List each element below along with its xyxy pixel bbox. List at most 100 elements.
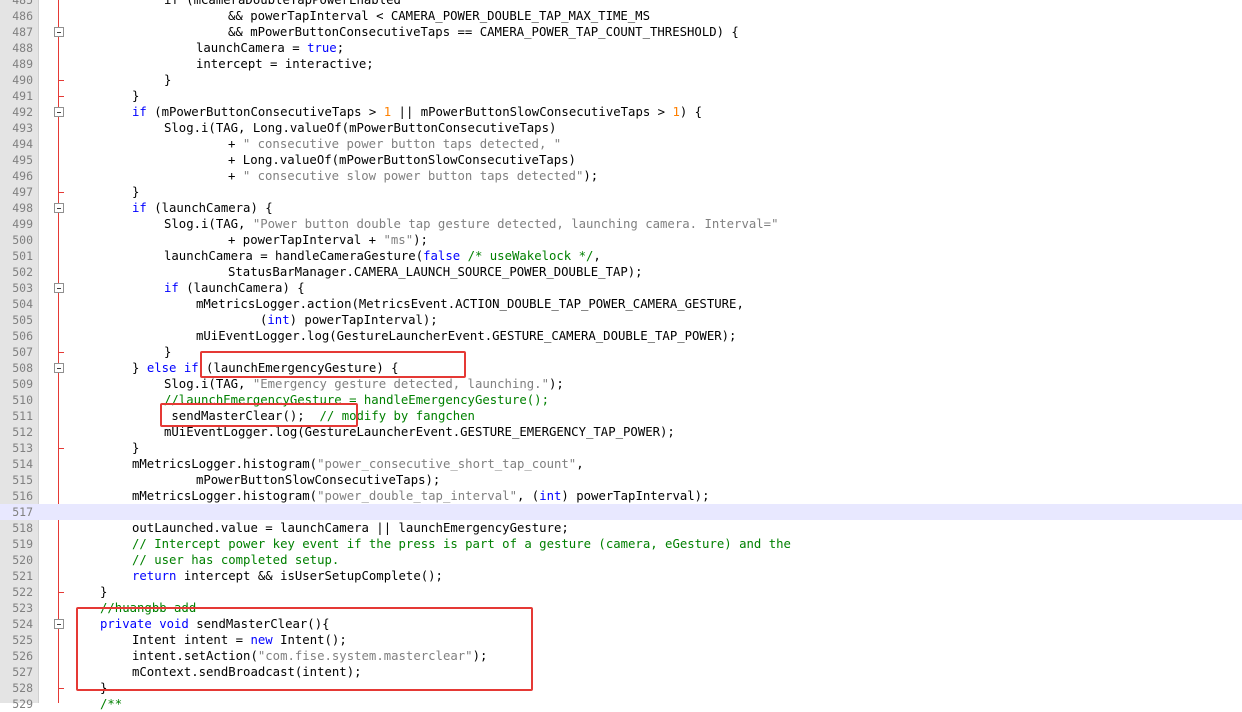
code-line[interactable]: 519 // Intercept power key event if the p… [0,536,1242,552]
code-line[interactable]: 493 Slog.i(TAG, Long.valueOf(mPowerButton… [0,120,1242,136]
fold-minus-icon[interactable] [54,619,64,629]
code-comment: //launchEmergencyGesture = handleEmergen… [164,393,549,407]
code-text: if (mCameraDoubleTapPowerEnabled [68,0,401,8]
code-line[interactable]: 504 mMetricsLogger.action(MetricsEvent.AC… [0,296,1242,312]
code-text: + " consecutive slow power button taps d… [68,168,598,184]
fold-minus-icon[interactable] [54,107,64,117]
code-text: mMetricsLogger.histogram( [132,457,318,471]
code-line[interactable]: 500 + powerTapInterval + "ms"); [0,232,1242,248]
code-line[interactable]: 514 mMetricsLogger.histogram("power_conse… [0,456,1242,472]
code-line[interactable]: 487 && mPowerButtonConsecutiveTaps == CAM… [0,24,1242,40]
code-line[interactable]: 517 [0,504,1242,520]
line-number: 494 [12,137,33,151]
code-text: mUiEventLogger.log(GestureLauncherEvent.… [68,424,675,440]
line-number: 506 [12,329,33,343]
code-string: "Power button double tap gesture detecte… [252,217,779,231]
code-text: ) { [679,105,703,119]
code-line[interactable]: 498 if (launchCamera) { [0,200,1242,216]
line-number: 487 [12,25,33,39]
code-text: ); [472,649,488,663]
code-line[interactable]: 511 sendMasterClear(); // modify by fang… [0,408,1242,424]
code-text: return intercept && isUserSetupComplete(… [68,568,443,584]
code-line[interactable]: 510 //launchEmergencyGesture = handleEmer… [0,392,1242,408]
line-number: 519 [12,537,33,551]
code-text: } [100,681,108,695]
code-text: sendMasterClear(); // modify by fangchen [68,408,475,424]
code-line[interactable]: 521 return intercept && isUserSetupComple… [0,568,1242,584]
code-line[interactable]: 525 Intent intent = new Intent(); [0,632,1242,648]
code-line[interactable]: 499 Slog.i(TAG, "Power button double tap … [0,216,1242,232]
code-line[interactable]: 524 private void sendMasterClear(){ [0,616,1242,632]
code-text: //launchEmergencyGesture = handleEmergen… [68,392,549,408]
code-line[interactable]: 527 mContext.sendBroadcast(intent); [0,664,1242,680]
code-text: /** [68,696,122,712]
fold-minus-icon[interactable] [54,27,64,37]
code-line[interactable]: 520 // user has completed setup. [0,552,1242,568]
code-comment: // modify by fangchen [319,409,475,423]
code-text: } [132,361,147,375]
code-text: Intent intent = [132,633,251,647]
code-text: || mPowerButtonSlowConsecutiveTaps > [391,105,673,119]
code-line[interactable]: 491} [0,88,1242,104]
line-number: 517 [12,505,33,519]
fold-minus-icon[interactable] [54,283,64,293]
code-line[interactable]: 494 + " consecutive power button taps det… [0,136,1242,152]
code-text: if (mPowerButtonConsecutiveTaps > 1 || m… [68,104,702,120]
code-comment: /* useWakelock */ [467,249,594,263]
line-number: 489 [12,57,33,71]
code-line[interactable]: 509 Slog.i(TAG, "Emergency gesture detect… [0,376,1242,392]
code-text: Slog.i(TAG, "Emergency gesture detected,… [68,376,564,392]
code-line[interactable]: 516 mMetricsLogger.histogram("power_doubl… [0,488,1242,504]
code-line[interactable]: 515 mPowerButtonSlowConsecutiveTaps); [0,472,1242,488]
code-line[interactable]: 488 launchCamera = true; [0,40,1242,56]
line-number: 513 [12,441,33,455]
line-number: 516 [12,489,33,503]
code-text: } [68,440,139,456]
fold-minus-icon[interactable] [54,203,64,213]
code-line[interactable]: 486 && powerTapInterval < CAMERA_POWER_DO… [0,8,1242,24]
code-line[interactable]: 502 StatusBarManager.CAMERA_LAUNCH_SOURCE… [0,264,1242,280]
line-number: 488 [12,41,33,55]
code-line[interactable]: 523 //huangbb add [0,600,1242,616]
code-keyword: if [164,281,179,295]
code-text: launchCamera = handleCameraGesture( [164,249,424,263]
code-line[interactable]: 507} [0,344,1242,360]
code-line[interactable]: 508} else if (launchEmergencyGesture) { [0,360,1242,376]
code-line[interactable]: 492 if (mPowerButtonConsecutiveTaps > 1 |… [0,104,1242,120]
line-number: 527 [12,665,33,679]
code-line[interactable]: 501 launchCamera = handleCameraGesture(fa… [0,248,1242,264]
code-number: 1 [672,105,680,119]
line-number: 502 [12,265,33,279]
code-line[interactable]: 526 intent.setAction("com.fise.system.mas… [0,648,1242,664]
code-text: intent.setAction( [132,649,258,663]
fold-minus-icon[interactable] [54,363,64,373]
code-line[interactable]: 522} [0,584,1242,600]
code-editor[interactable]: 485 if (mCameraDoubleTapPowerEnabled 486 &&… [0,0,1242,712]
code-line[interactable]: 513} [0,440,1242,456]
line-number: 520 [12,553,33,567]
code-line[interactable]: 503 if (launchCamera) { [0,280,1242,296]
code-line[interactable]: 490} [0,72,1242,88]
code-line[interactable]: 518 outLaunched.value = launchCamera || l… [0,520,1242,536]
code-text: + [228,169,243,183]
line-number: 510 [12,393,33,407]
code-line[interactable]: 495 + Long.valueOf(mPowerButtonSlowConsec… [0,152,1242,168]
code-text: (launchEmergencyGesture) { [198,361,399,375]
code-line[interactable]: 512 mUiEventLogger.log(GestureLauncherEve… [0,424,1242,440]
code-line[interactable]: 496 + " consecutive slow power button tap… [0,168,1242,184]
code-text: } [164,345,172,359]
code-line[interactable]: 528} [0,680,1242,696]
code-string: "power_double_tap_interval" [317,489,517,503]
code-text: mMetricsLogger.histogram("power_double_t… [68,488,710,504]
code-line[interactable]: 529 /** [0,696,1242,712]
code-line[interactable]: 497} [0,184,1242,200]
code-text: } [132,89,140,103]
code-text: intercept = interactive; [196,57,374,71]
code-line[interactable]: 485 if (mCameraDoubleTapPowerEnabled [0,0,1242,8]
code-keyword: true [307,41,337,55]
code-line[interactable]: 506 mUiEventLogger.log(GestureLauncherEve… [0,328,1242,344]
code-line[interactable]: 489 intercept = interactive; [0,56,1242,72]
code-text: outLaunched.value = launchCamera || laun… [68,520,569,536]
code-text: mMetricsLogger.histogram("power_consecut… [68,456,584,472]
code-line[interactable]: 505 (int) powerTapInterval); [0,312,1242,328]
